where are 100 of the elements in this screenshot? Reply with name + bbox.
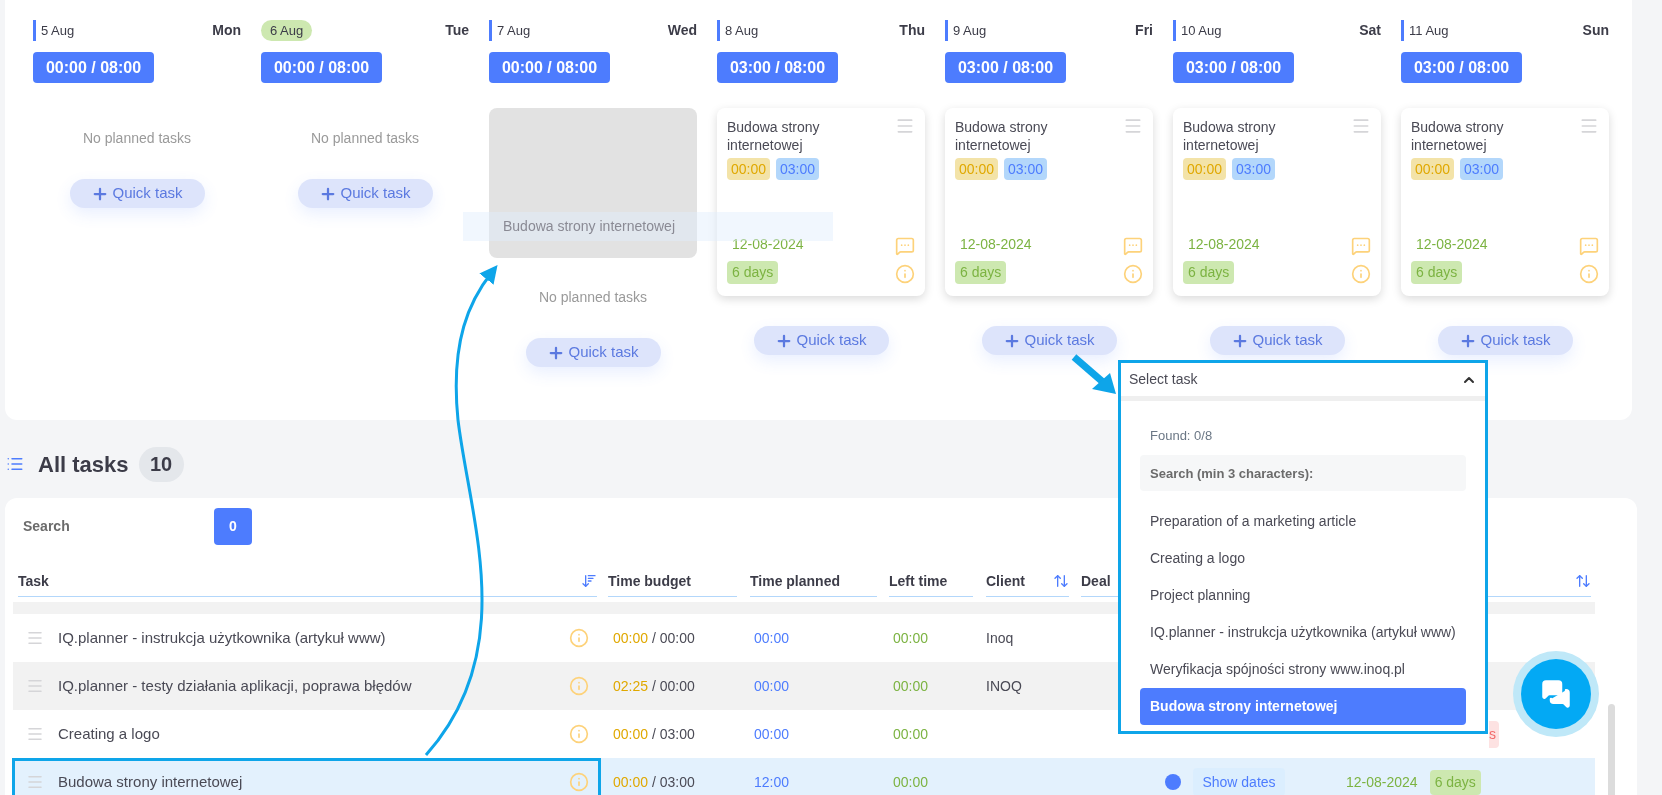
day-date: 11 Aug [1401, 20, 1449, 41]
left-time: 00:00 [892, 676, 930, 696]
task-search-field[interactable]: Search (min 3 characters): [1140, 455, 1466, 491]
task-title: Budowa strony internetowej [1183, 118, 1277, 154]
sort-icon[interactable] [1575, 573, 1591, 589]
sort-icon[interactable] [1053, 573, 1069, 589]
drag-handle-icon[interactable] [895, 116, 915, 136]
spent-time-tag: 00:00 [1411, 158, 1455, 180]
time-planned: 12:00 [753, 772, 791, 792]
time-budget: 00:00 / 03:00 [612, 724, 696, 744]
list-icon [6, 455, 24, 473]
drag-handle-icon[interactable] [1351, 116, 1371, 136]
due-date: 12-08-2024 [1346, 772, 1418, 792]
task-name: Creating a logo [58, 723, 160, 744]
drag-handle-icon[interactable] [1123, 116, 1143, 136]
info-icon[interactable] [569, 724, 589, 744]
time-budget: 00:00 / 03:00 [612, 772, 696, 792]
column-header[interactable]: Time planned [750, 570, 840, 592]
left-time: 00:00 [892, 628, 930, 648]
duration-tag: 6 days [1411, 261, 1463, 284]
weekday: Mon [212, 21, 241, 40]
task-name: Budowa strony internetowej [58, 771, 243, 792]
client-name: INOQ [986, 678, 1022, 694]
drag-handle-icon[interactable] [26, 677, 44, 695]
day-date: 6 Aug [261, 20, 313, 41]
info-icon[interactable] [569, 676, 589, 696]
budget-time-tag: 03:00 [1232, 158, 1276, 180]
task-title: Budowa strony internetowej [727, 118, 821, 154]
weekday: Sat [1359, 21, 1381, 40]
task-option[interactable]: Preparation of a marketing article [1140, 503, 1466, 540]
task-card[interactable]: Budowa strony internetowej 00:00 03:00 12-08-2024 6 days [945, 108, 1153, 296]
drag-handle-icon[interactable] [26, 629, 44, 647]
drag-handle-icon[interactable] [26, 725, 44, 743]
comment-icon[interactable] [1351, 236, 1371, 256]
task-count-badge: 10 [138, 446, 184, 482]
due-date: 12-08-2024 [960, 235, 1032, 254]
time-planned: 00:00 [753, 628, 791, 648]
info-icon[interactable] [1579, 264, 1599, 284]
spent-time-tag: 00:00 [1183, 158, 1227, 180]
column-header[interactable]: Left time [889, 570, 948, 592]
duration-tag: 6 days [955, 261, 1007, 284]
task-card[interactable]: Budowa strony internetowej 00:00 03:00 12-08-2024 6 days [717, 108, 925, 296]
select-label: Select task [1129, 370, 1198, 389]
task-name: IQ.planner - instrukcja użytkownika (artykuł www) [58, 627, 386, 648]
comment-icon[interactable] [895, 236, 915, 256]
time-planned: 00:00 [753, 676, 791, 696]
column-header[interactable]: Client [986, 570, 1025, 592]
status-tag: s [1489, 720, 1499, 748]
budget-time-tag: 03:00 [776, 158, 820, 180]
day-time-badge: 00:00 / 08:00 [489, 52, 610, 83]
day-date: 5 Aug [33, 20, 75, 41]
search-count-button[interactable]: 0 [214, 508, 252, 545]
task-title: Budowa strony internetowej [1411, 118, 1505, 154]
scrollbar[interactable] [1608, 704, 1615, 795]
comment-icon[interactable] [1123, 236, 1143, 256]
day-time-badge: 00:00 / 08:00 [261, 52, 382, 83]
weekday: Sun [1582, 21, 1609, 40]
spent-time-tag: 00:00 [727, 158, 771, 180]
column-header[interactable]: Task [18, 570, 49, 592]
info-icon[interactable] [1123, 264, 1143, 284]
spent-time-tag: 00:00 [955, 158, 999, 180]
budget-time-tag: 03:00 [1460, 158, 1504, 180]
budget-time-tag: 03:00 [1004, 158, 1048, 180]
drag-handle-icon[interactable] [26, 773, 44, 791]
task-option[interactable]: Creating a logo [1140, 540, 1466, 577]
drag-handle-icon[interactable] [1579, 116, 1599, 136]
section-title: All tasks [38, 450, 129, 479]
task-name: IQ.planner - testy działania aplikacji, poprawa błędów [58, 675, 412, 696]
task-select-dropdown[interactable] [1118, 360, 1488, 734]
empty-message: No planned tasks [537, 288, 649, 307]
duration-tag: 6 days [727, 261, 779, 284]
task-option[interactable]: Budowa strony internetowej [1140, 688, 1466, 725]
info-icon[interactable] [1351, 264, 1371, 284]
weekday: Thu [899, 21, 925, 40]
day-date: 7 Aug [489, 20, 531, 41]
weekday: Wed [667, 21, 697, 40]
empty-message: No planned tasks [309, 129, 421, 148]
column-header[interactable]: Time budget [608, 570, 691, 592]
comment-icon[interactable] [1579, 236, 1599, 256]
time-planned: 00:00 [753, 724, 791, 744]
left-time: 00:00 [892, 772, 930, 792]
day-time-badge: 00:00 / 08:00 [33, 52, 154, 83]
info-icon[interactable] [569, 772, 589, 792]
duration-tag: 6 days [1183, 261, 1235, 284]
day-date: 8 Aug [717, 20, 759, 41]
task-card[interactable]: Budowa strony internetowej 00:00 03:00 12-08-2024 6 days [1401, 108, 1609, 296]
chat-icon [1541, 679, 1571, 709]
task-card[interactable]: Budowa strony internetowej 00:00 03:00 12-08-2024 6 days [1173, 108, 1381, 296]
sort-icon[interactable] [581, 573, 597, 589]
info-icon[interactable] [895, 264, 915, 284]
info-icon[interactable] [569, 628, 589, 648]
client-name: Inoq [986, 630, 1014, 646]
task-option[interactable]: Project planning [1140, 577, 1466, 614]
left-time: 00:00 [892, 724, 930, 744]
day-time-badge: 03:00 / 08:00 [945, 52, 1066, 83]
task-option[interactable]: IQ.planner - instrukcja użytkownika (artykuł www) [1140, 614, 1466, 651]
task-row[interactable]: Budowa strony internetowej 00:00 / 03:00 12:00 00:00 Show dates 12-08-2024 6 days [13, 758, 1595, 795]
found-count: Found: 0/8 [1150, 428, 1213, 443]
column-header[interactable]: Deal [1081, 570, 1111, 592]
weekday: Tue [445, 21, 469, 40]
